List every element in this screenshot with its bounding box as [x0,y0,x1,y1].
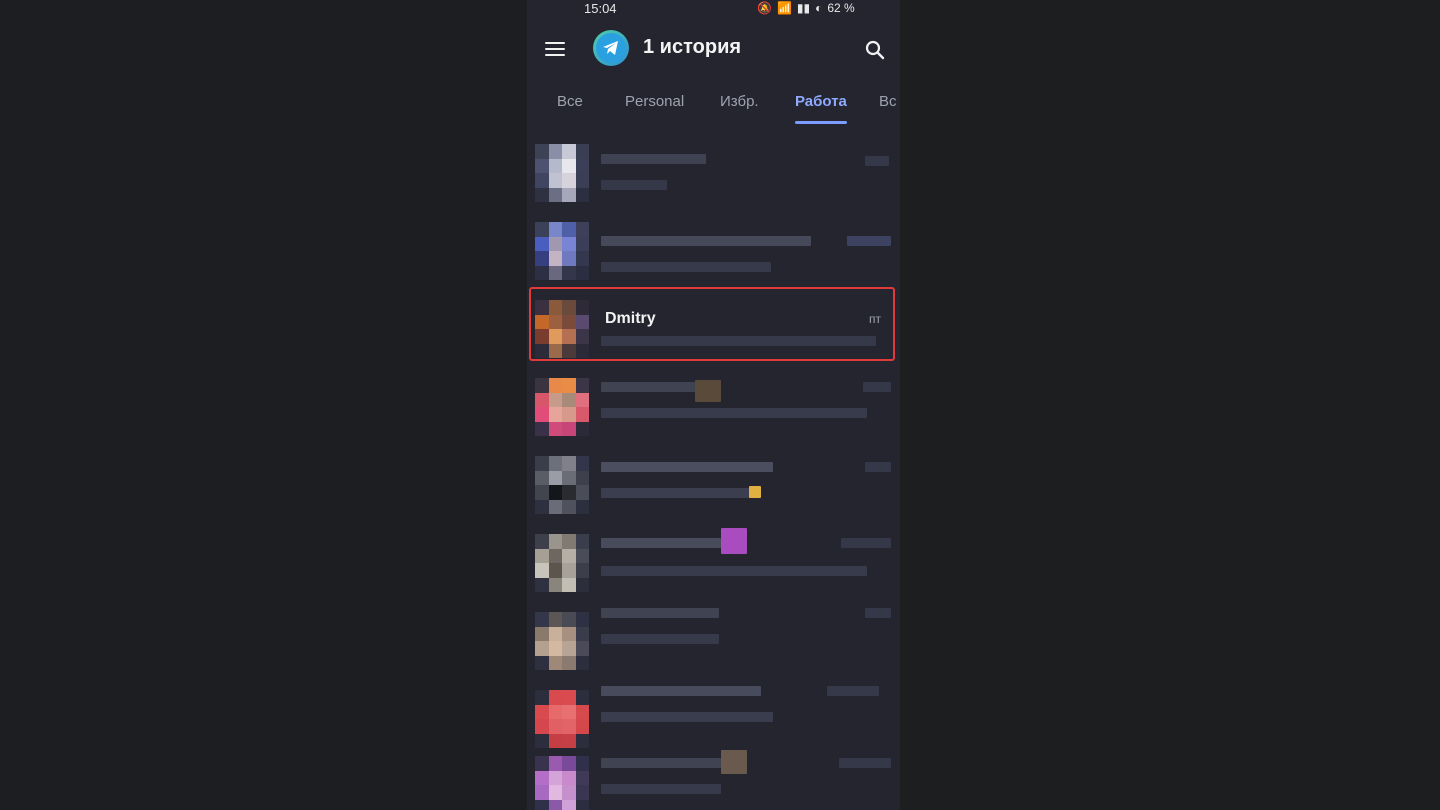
blurred-date [847,236,891,246]
app-bar: 1 история [527,22,900,78]
blurred-date [841,538,891,548]
chat-row[interactable] [527,446,900,524]
avatar [535,756,589,810]
battery-icon: ◐ [815,1,823,15]
tab-favorites[interactable]: Избр. [720,93,759,110]
blurred-date [865,156,889,166]
blurred-date [865,462,891,472]
background-right [900,0,1440,810]
tab-personal[interactable]: Personal [625,93,684,110]
blurred-message [601,262,771,272]
blurred-message [601,408,867,418]
tab-all[interactable]: Все [557,93,583,110]
status-icons: 🔕 📶 ▮▮ ◐ 62 % [757,1,855,15]
wifi-icon: 📶 [776,1,792,15]
blurred-date [865,608,891,618]
chat-row[interactable] [527,524,900,602]
avatar [535,144,589,202]
chat-row[interactable] [527,368,900,446]
blurred-message [601,784,721,794]
blurred-emoji [721,528,747,554]
telegram-logo-icon[interactable] [593,30,629,66]
avatar [535,378,589,436]
blurred-message [601,180,667,190]
blurred-name [601,686,761,696]
avatar [535,222,589,280]
chat-row[interactable] [527,134,900,212]
blurred-date [827,686,879,696]
avatar [535,690,589,748]
blurred-name [601,462,773,472]
tab-work[interactable]: Работа [795,93,847,110]
blurred-message [601,566,867,576]
search-icon[interactable] [863,38,887,62]
highlight-box [529,287,895,361]
mute-icon: 🔕 [757,1,772,15]
hamburger-menu-icon[interactable] [543,38,567,62]
blurred-name [601,236,811,246]
blurred-message [601,634,719,644]
blurred-emoji [721,750,747,774]
blurred-name [601,538,721,548]
page-title: 1 история [643,36,742,58]
status-bar: 15:04 🔕 📶 ▮▮ ◐ 62 % [527,0,900,18]
avatar [535,534,589,592]
blurred-emoji [695,380,721,402]
avatar [535,612,589,670]
tab-all-chats[interactable]: Вс [879,93,897,110]
avatar [535,456,589,514]
folder-tabs: Все Personal Избр. Работа Вс [527,86,900,124]
blurred-message [601,712,773,722]
blurred-name [601,154,706,164]
signal-icon: ▮▮ [796,1,811,15]
chat-list: Dmitry пт [527,124,900,810]
blurred-emoji [749,486,761,498]
status-time: 15:04 [584,1,617,16]
blurred-date [839,758,891,768]
blurred-name [601,758,721,768]
blurred-date [863,382,891,392]
blurred-name [601,382,695,392]
blurred-message [601,488,751,498]
chat-row[interactable] [527,212,900,290]
chat-row[interactable] [527,746,900,810]
blurred-name [601,608,719,618]
phone-screen: 15:04 🔕 📶 ▮▮ ◐ 62 % 1 история Все Person… [527,0,900,810]
battery-text: 62 % [827,1,855,15]
chat-row[interactable] [527,602,900,680]
